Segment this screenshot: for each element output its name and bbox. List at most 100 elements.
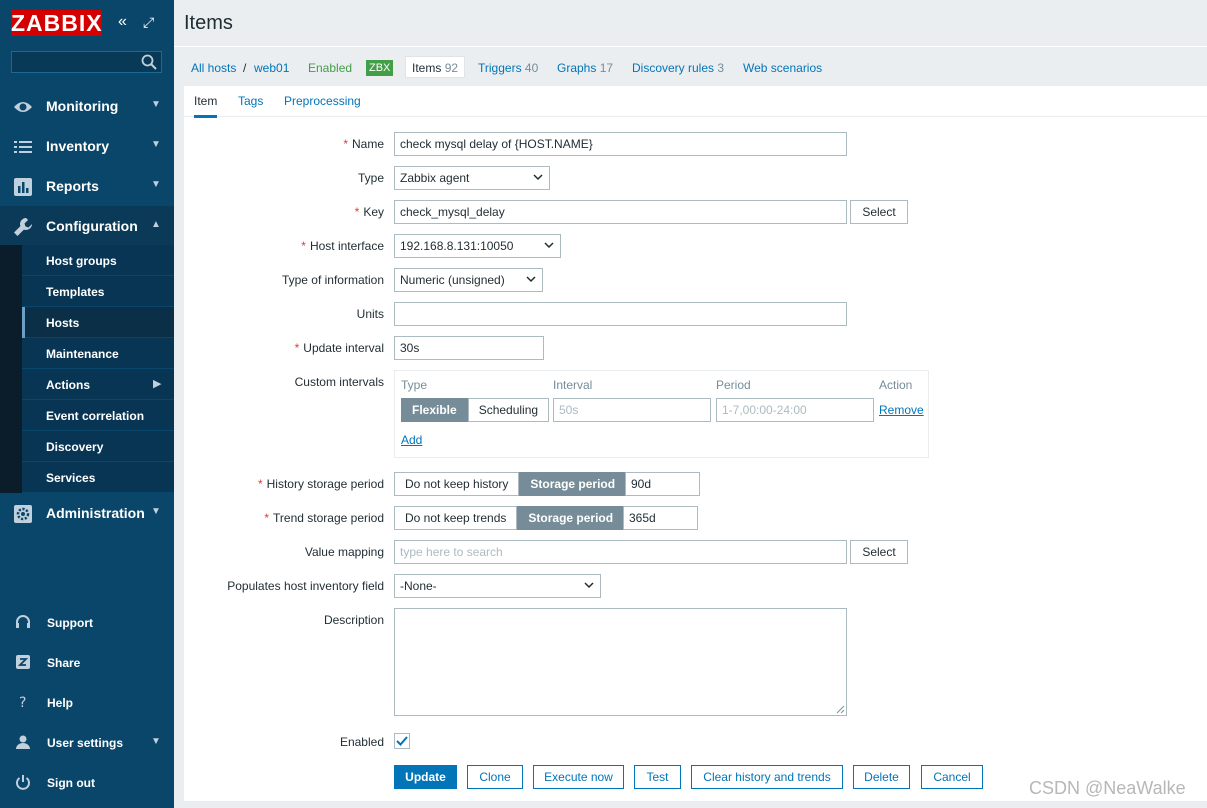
breadcrumb-items-label: Items [412, 61, 442, 75]
chevron-down-icon [584, 582, 594, 589]
list-icon [14, 141, 32, 153]
description-label: Description [323, 613, 384, 627]
zabbix-logo[interactable]: ZABBIX [11, 10, 102, 36]
ci-period-header: Period [716, 378, 751, 392]
breadcrumb-all-hosts[interactable]: All hosts [191, 61, 236, 75]
submenu-hosts[interactable]: Hosts [0, 307, 174, 338]
enabled-checkbox[interactable] [394, 733, 410, 749]
chevron-down-icon: ▼ [151, 736, 161, 747]
host-interface-label: * Host interface [301, 239, 384, 253]
breadcrumb-web-scenarios[interactable]: Web scenarios [743, 61, 822, 75]
type-of-information-select[interactable]: Numeric (unsigned) [394, 268, 543, 292]
item-form: Item Tags Preprocessing * Name check mysq… [184, 86, 1207, 801]
submenu-label: Services [46, 471, 96, 485]
ci-remove-link[interactable]: Remove [879, 403, 924, 417]
submenu-event-correlation[interactable]: Event correlation [0, 400, 174, 431]
host-interface-value: 192.168.8.131:10050 [400, 239, 514, 253]
submenu-discovery[interactable]: Discovery [0, 431, 174, 462]
breadcrumb-discovery-rules[interactable]: Discovery rules 3 [632, 61, 724, 75]
menu-support[interactable]: Support [0, 602, 174, 642]
chevron-down-icon [526, 276, 536, 283]
chevron-down-icon: ▼ [151, 179, 161, 190]
menu-reports[interactable]: Reports ▼ [0, 166, 174, 206]
menu-administration[interactable]: Administration ▼ [0, 493, 174, 533]
execute-now-button[interactable]: Execute now [533, 765, 624, 789]
description-textarea[interactable] [394, 608, 847, 716]
trend-storage-period-button[interactable]: Storage period [517, 506, 625, 530]
menu-label: Share [47, 656, 81, 670]
tab-item[interactable]: Item [194, 94, 218, 118]
search-icon[interactable] [141, 54, 157, 70]
menu-label: Support [47, 616, 93, 630]
trend-storage-input[interactable]: 365d [623, 506, 698, 530]
ci-interval-input[interactable]: 50s [553, 398, 711, 422]
menu-configuration[interactable]: Configuration ▲ [0, 206, 174, 246]
history-do-not-keep-button[interactable]: Do not keep history [394, 472, 520, 496]
menu-user-settings[interactable]: User settings ▼ [0, 722, 174, 762]
chevron-down-icon: ▼ [151, 506, 161, 517]
tab-tags[interactable]: Tags [238, 94, 263, 108]
power-icon [16, 775, 30, 790]
name-input[interactable]: check mysql delay of {HOST.NAME} [394, 132, 847, 156]
collapse-sidebar-icon[interactable]: « [118, 13, 127, 31]
value-mapping-select-button[interactable]: Select [850, 540, 908, 564]
units-input[interactable] [394, 302, 847, 326]
menu-label: Help [47, 696, 74, 710]
breadcrumb-items[interactable]: Items 92 [405, 56, 466, 78]
delete-button[interactable]: Delete [853, 765, 910, 789]
key-select-button[interactable]: Select [850, 200, 908, 224]
submenu-maintenance[interactable]: Maintenance [0, 338, 174, 369]
sidebar-search-input[interactable] [11, 51, 162, 73]
submenu-templates[interactable]: Templates [0, 276, 174, 307]
breadcrumb-triggers[interactable]: Triggers 40 [478, 61, 538, 75]
submenu-host-groups[interactable]: Host groups [0, 245, 174, 276]
custom-intervals-table: Type Interval Period Action Flexible Sch… [394, 370, 929, 458]
value-mapping-input[interactable]: type here to search [394, 540, 847, 564]
history-storage-input[interactable]: 90d [625, 472, 700, 496]
submenu-label: Discovery [46, 440, 104, 454]
chevron-right-icon: ▶ [153, 378, 162, 390]
submenu-services[interactable]: Services [0, 462, 174, 493]
type-select[interactable]: Zabbix agent [394, 166, 550, 190]
menu-monitoring[interactable]: Monitoring ▼ [0, 86, 174, 126]
ci-flexible-button[interactable]: Flexible [401, 398, 468, 422]
chevron-down-icon [533, 174, 543, 181]
key-input[interactable]: check_mysql_delay [394, 200, 847, 224]
test-button[interactable]: Test [634, 765, 681, 789]
host-interface-select[interactable]: 192.168.8.131:10050 [394, 234, 561, 258]
cancel-button[interactable]: Cancel [921, 765, 983, 789]
resize-handle-icon[interactable] [835, 704, 845, 714]
watermark: CSDN @NeaWalke [1029, 778, 1186, 798]
breadcrumb-graphs[interactable]: Graphs 17 [557, 61, 613, 75]
type-select-value: Zabbix agent [400, 171, 470, 185]
menu-help[interactable]: ? Help [0, 682, 174, 722]
trend-storage-toggle: Do not keep trends Storage period [394, 506, 625, 530]
ci-period-input[interactable]: 1-7,00:00-24:00 [716, 398, 874, 422]
value-mapping-label: Value mapping [304, 545, 384, 559]
menu-sign-out[interactable]: Sign out [0, 762, 174, 802]
host-status[interactable]: Enabled [308, 61, 352, 75]
tab-preprocessing[interactable]: Preprocessing [284, 94, 361, 108]
breadcrumb-discovery-count: 3 [717, 61, 725, 75]
inventory-field-select[interactable]: -None- [394, 574, 601, 598]
history-storage-period-button[interactable]: Storage period [519, 472, 627, 496]
menu-share[interactable]: Share [0, 642, 174, 682]
menu-inventory[interactable]: Inventory ▼ [0, 126, 174, 166]
update-interval-input[interactable]: 30s [394, 336, 544, 360]
inventory-field-label: Populates host inventory field [227, 579, 384, 593]
bar-chart-icon [14, 178, 32, 196]
chevron-up-icon: ▲ [151, 219, 161, 230]
clone-button[interactable]: Clone [467, 765, 523, 789]
form-tabs: Item Tags Preprocessing [184, 86, 1207, 118]
trend-do-not-keep-button[interactable]: Do not keep trends [394, 506, 518, 530]
kiosk-mode-icon[interactable]: ⤢ [143, 13, 154, 31]
clear-history-button[interactable]: Clear history and trends [691, 765, 843, 789]
breadcrumb-host[interactable]: web01 [254, 61, 289, 75]
ci-scheduling-button[interactable]: Scheduling [467, 398, 550, 422]
type-of-information-value: Numeric (unsigned) [400, 273, 505, 287]
type-of-information-label: Type of information [281, 273, 384, 287]
update-button[interactable]: Update [394, 765, 457, 789]
submenu-actions[interactable]: Actions ▶ [0, 369, 174, 400]
breadcrumb-separator: / [243, 61, 247, 75]
ci-add-link[interactable]: Add [401, 433, 422, 447]
